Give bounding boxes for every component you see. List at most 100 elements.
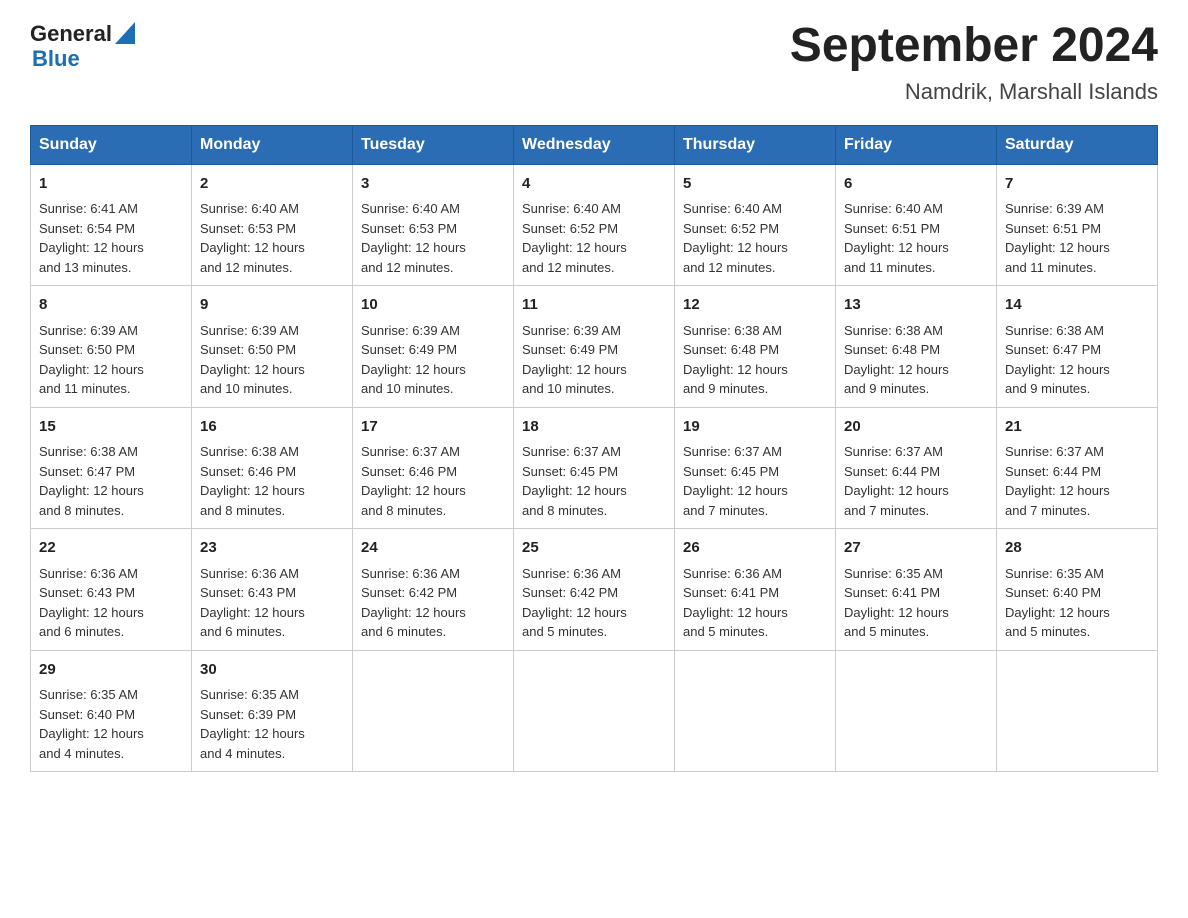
day-number: 8 — [39, 294, 183, 317]
table-row: 25Sunrise: 6:36 AMSunset: 6:42 PMDayligh… — [514, 529, 675, 651]
day-number: 10 — [361, 294, 505, 317]
table-row: 4 Sunrise: 6:40 AMSunset: 6:52 PMDaylight… — [514, 164, 675, 286]
day-info: Sunrise: 6:40 AMSunset: 6:51 PMDaylight:… — [844, 199, 988, 277]
day-number: 9 — [200, 294, 344, 317]
day-info: Sunrise: 6:39 AMSunset: 6:50 PMDaylight:… — [39, 321, 183, 399]
day-number: 17 — [361, 416, 505, 439]
table-row: 14 Sunrise: 6:38 AMSunset: 6:47 PMDayligh… — [997, 286, 1158, 408]
title-area: September 2024 Namdrik, Marshall Islands — [790, 20, 1158, 105]
calendar-week-row: 8 Sunrise: 6:39 AMSunset: 6:50 PMDaylight… — [31, 286, 1158, 408]
day-info: Sunrise: 6:38 AMSunset: 6:47 PMDaylight:… — [1005, 321, 1149, 399]
logo-blue-text: Blue — [32, 48, 135, 70]
table-row: 11Sunrise: 6:39 AMSunset: 6:49 PMDayligh… — [514, 286, 675, 408]
calendar-week-row: 1Sunrise: 6:41 AMSunset: 6:54 PMDaylight… — [31, 164, 1158, 286]
table-row: 3 Sunrise: 6:40 AMSunset: 6:53 PMDaylight… — [353, 164, 514, 286]
col-saturday: Saturday — [997, 125, 1158, 164]
day-number: 22 — [39, 537, 183, 560]
table-row — [353, 650, 514, 772]
calendar-subtitle: Namdrik, Marshall Islands — [790, 79, 1158, 105]
table-row: 30 Sunrise: 6:35 AMSunset: 6:39 PMDayligh… — [192, 650, 353, 772]
day-info: Sunrise: 6:36 AMSunset: 6:42 PMDaylight:… — [361, 564, 505, 642]
day-number: 30 — [200, 659, 344, 682]
day-number: 12 — [683, 294, 827, 317]
table-row — [836, 650, 997, 772]
table-row: 1Sunrise: 6:41 AMSunset: 6:54 PMDaylight… — [31, 164, 192, 286]
table-row: 18 Sunrise: 6:37 AMSunset: 6:45 PMDayligh… — [514, 407, 675, 529]
day-info: Sunrise: 6:39 AMSunset: 6:50 PMDaylight:… — [200, 321, 344, 399]
day-number: 19 — [683, 416, 827, 439]
col-tuesday: Tuesday — [353, 125, 514, 164]
day-number: 3 — [361, 173, 505, 196]
table-row — [997, 650, 1158, 772]
calendar-table: Sunday Monday Tuesday Wednesday Thursday… — [30, 125, 1158, 773]
day-info: Sunrise: 6:37 AMSunset: 6:45 PMDaylight:… — [522, 442, 666, 520]
table-row: 22 Sunrise: 6:36 AMSunset: 6:43 PMDayligh… — [31, 529, 192, 651]
page-header: General Blue September 2024 Namdrik, Mar… — [30, 20, 1158, 105]
table-row: 27 Sunrise: 6:35 AMSunset: 6:41 PMDayligh… — [836, 529, 997, 651]
day-info: Sunrise: 6:36 AMSunset: 6:41 PMDaylight:… — [683, 564, 827, 642]
col-sunday: Sunday — [31, 125, 192, 164]
table-row: 23Sunrise: 6:36 AMSunset: 6:43 PMDayligh… — [192, 529, 353, 651]
table-row: 16 Sunrise: 6:38 AMSunset: 6:46 PMDayligh… — [192, 407, 353, 529]
table-row: 21 Sunrise: 6:37 AMSunset: 6:44 PMDayligh… — [997, 407, 1158, 529]
day-number: 28 — [1005, 537, 1149, 560]
day-number: 5 — [683, 173, 827, 196]
table-row: 10Sunrise: 6:39 AMSunset: 6:49 PMDayligh… — [353, 286, 514, 408]
col-friday: Friday — [836, 125, 997, 164]
day-info: Sunrise: 6:41 AMSunset: 6:54 PMDaylight:… — [39, 199, 183, 277]
day-number: 24 — [361, 537, 505, 560]
table-row — [675, 650, 836, 772]
table-row: 13 Sunrise: 6:38 AMSunset: 6:48 PMDayligh… — [836, 286, 997, 408]
day-number: 20 — [844, 416, 988, 439]
day-number: 2 — [200, 173, 344, 196]
day-info: Sunrise: 6:40 AMSunset: 6:52 PMDaylight:… — [683, 199, 827, 277]
day-info: Sunrise: 6:39 AMSunset: 6:51 PMDaylight:… — [1005, 199, 1149, 277]
day-number: 4 — [522, 173, 666, 196]
day-info: Sunrise: 6:38 AMSunset: 6:46 PMDaylight:… — [200, 442, 344, 520]
day-number: 25 — [522, 537, 666, 560]
day-number: 13 — [844, 294, 988, 317]
day-number: 18 — [522, 416, 666, 439]
calendar-week-row: 22 Sunrise: 6:36 AMSunset: 6:43 PMDayligh… — [31, 529, 1158, 651]
table-row: 6Sunrise: 6:40 AMSunset: 6:51 PMDaylight… — [836, 164, 997, 286]
calendar-week-row: 15Sunrise: 6:38 AMSunset: 6:47 PMDayligh… — [31, 407, 1158, 529]
calendar-week-row: 29 Sunrise: 6:35 AMSunset: 6:40 PMDayligh… — [31, 650, 1158, 772]
day-info: Sunrise: 6:40 AMSunset: 6:52 PMDaylight:… — [522, 199, 666, 277]
day-info: Sunrise: 6:38 AMSunset: 6:48 PMDaylight:… — [844, 321, 988, 399]
day-number: 26 — [683, 537, 827, 560]
day-info: Sunrise: 6:37 AMSunset: 6:44 PMDaylight:… — [844, 442, 988, 520]
header-row: Sunday Monday Tuesday Wednesday Thursday… — [31, 125, 1158, 164]
table-row — [514, 650, 675, 772]
day-info: Sunrise: 6:40 AMSunset: 6:53 PMDaylight:… — [361, 199, 505, 277]
table-row: 17 Sunrise: 6:37 AMSunset: 6:46 PMDayligh… — [353, 407, 514, 529]
table-row: 8 Sunrise: 6:39 AMSunset: 6:50 PMDaylight… — [31, 286, 192, 408]
day-info: Sunrise: 6:35 AMSunset: 6:40 PMDaylight:… — [1005, 564, 1149, 642]
col-thursday: Thursday — [675, 125, 836, 164]
table-row: 28 Sunrise: 6:35 AMSunset: 6:40 PMDayligh… — [997, 529, 1158, 651]
calendar-header: Sunday Monday Tuesday Wednesday Thursday… — [31, 125, 1158, 164]
day-number: 14 — [1005, 294, 1149, 317]
day-number: 7 — [1005, 173, 1149, 196]
table-row: 5 Sunrise: 6:40 AMSunset: 6:52 PMDaylight… — [675, 164, 836, 286]
table-row: 29 Sunrise: 6:35 AMSunset: 6:40 PMDayligh… — [31, 650, 192, 772]
day-number: 23 — [200, 537, 344, 560]
table-row: 15Sunrise: 6:38 AMSunset: 6:47 PMDayligh… — [31, 407, 192, 529]
day-info: Sunrise: 6:35 AMSunset: 6:39 PMDaylight:… — [200, 685, 344, 763]
table-row: 9 Sunrise: 6:39 AMSunset: 6:50 PMDaylight… — [192, 286, 353, 408]
table-row: 24 Sunrise: 6:36 AMSunset: 6:42 PMDayligh… — [353, 529, 514, 651]
day-number: 21 — [1005, 416, 1149, 439]
calendar-title: September 2024 — [790, 20, 1158, 73]
day-info: Sunrise: 6:37 AMSunset: 6:46 PMDaylight:… — [361, 442, 505, 520]
day-info: Sunrise: 6:37 AMSunset: 6:44 PMDaylight:… — [1005, 442, 1149, 520]
day-info: Sunrise: 6:35 AMSunset: 6:40 PMDaylight:… — [39, 685, 183, 763]
table-row: 26 Sunrise: 6:36 AMSunset: 6:41 PMDayligh… — [675, 529, 836, 651]
day-number: 27 — [844, 537, 988, 560]
day-number: 16 — [200, 416, 344, 439]
day-number: 11 — [522, 294, 666, 317]
day-info: Sunrise: 6:35 AMSunset: 6:41 PMDaylight:… — [844, 564, 988, 642]
day-number: 29 — [39, 659, 183, 682]
logo: General Blue — [30, 20, 135, 70]
table-row: 20 Sunrise: 6:37 AMSunset: 6:44 PMDayligh… — [836, 407, 997, 529]
day-info: Sunrise: 6:36 AMSunset: 6:43 PMDaylight:… — [39, 564, 183, 642]
table-row: 12Sunrise: 6:38 AMSunset: 6:48 PMDayligh… — [675, 286, 836, 408]
